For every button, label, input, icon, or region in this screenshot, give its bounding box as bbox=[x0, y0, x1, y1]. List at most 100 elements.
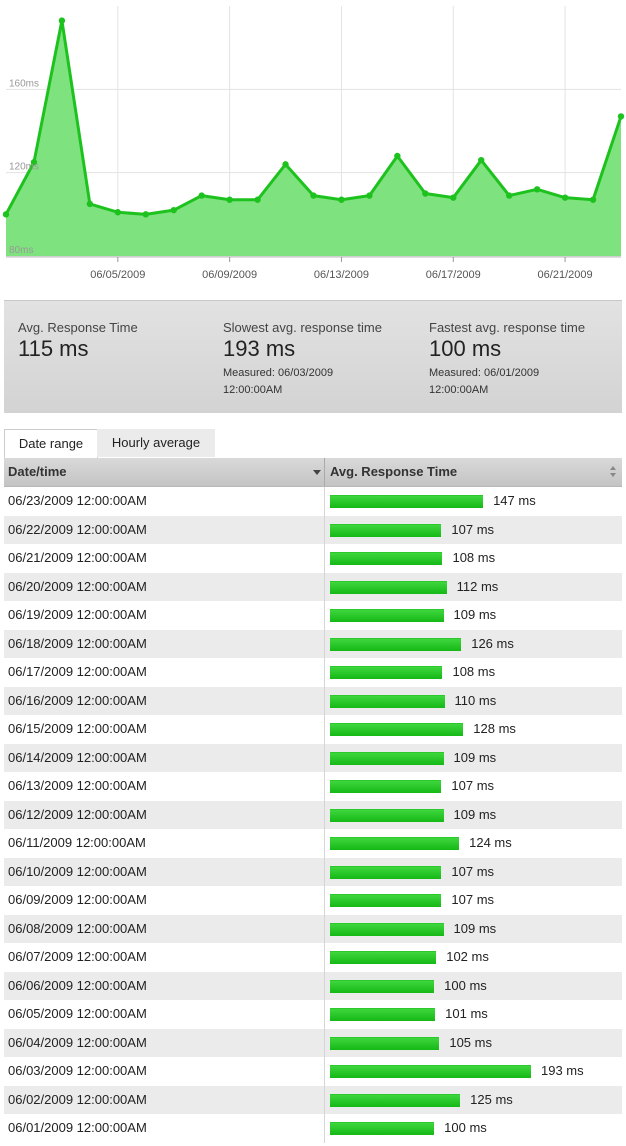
response-time-table: Date/time Avg. Response Time 06/23/2009 … bbox=[4, 458, 622, 1143]
cell-divider bbox=[324, 772, 325, 801]
table-row: 06/03/2009 12:00:00AM 193 ms bbox=[4, 1057, 622, 1086]
tab-hourly-average[interactable]: Hourly average bbox=[97, 429, 215, 457]
summary-panel: Avg. Response Time 115 ms Slowest avg. r… bbox=[4, 300, 622, 413]
data-point bbox=[338, 196, 345, 203]
avg-response-label: Avg. Response Time bbox=[18, 320, 138, 335]
cell-divider bbox=[324, 572, 325, 601]
cell-divider bbox=[324, 971, 325, 1000]
x-tick-label: 06/09/2009 bbox=[202, 269, 257, 281]
data-point bbox=[114, 209, 122, 216]
slowest-response-stat: Slowest avg. response time 193 ms Measur… bbox=[223, 320, 382, 399]
cell-divider bbox=[324, 715, 325, 744]
cell-divider bbox=[324, 1114, 325, 1143]
cell-divider bbox=[324, 544, 325, 573]
row-datetime: 06/08/2009 12:00:00AM bbox=[8, 920, 147, 936]
response-time-bar bbox=[330, 837, 460, 850]
response-time-value: 112 ms bbox=[456, 578, 499, 594]
response-time-value: 128 ms bbox=[473, 721, 516, 736]
response-time-bar bbox=[330, 780, 442, 793]
row-datetime: 06/12/2009 12:00:00AM bbox=[8, 806, 147, 822]
response-time-bar bbox=[330, 979, 435, 993]
cell-divider bbox=[324, 629, 325, 658]
tab-date-range[interactable]: Date range bbox=[4, 429, 98, 458]
row-datetime: 06/03/2009 12:00:00AM bbox=[8, 1063, 147, 1078]
response-time-value: 147 ms bbox=[493, 493, 536, 508]
data-point bbox=[533, 186, 541, 193]
table-row: 06/15/2009 12:00:00AM 128 ms bbox=[4, 715, 622, 744]
avg-response-value: 115 ms bbox=[18, 336, 89, 361]
response-time-value: 124 ms bbox=[469, 835, 512, 850]
data-point bbox=[254, 196, 261, 203]
cell-divider bbox=[324, 857, 325, 886]
response-time-bar bbox=[330, 495, 484, 508]
x-tick-label: 06/13/2009 bbox=[314, 269, 369, 281]
table-row: 06/11/2009 12:00:00AM 124 ms bbox=[4, 829, 622, 858]
response-time-value: 126 ms bbox=[471, 635, 514, 651]
data-point bbox=[366, 192, 373, 199]
table-row: 06/19/2009 12:00:00AM 109 ms bbox=[4, 601, 622, 630]
table-row: 06/08/2009 12:00:00AM 109 ms bbox=[4, 914, 622, 943]
cell-divider bbox=[324, 487, 325, 516]
response-time-value: 125 ms bbox=[470, 1091, 513, 1107]
cell-divider bbox=[324, 800, 325, 829]
table-row: 06/06/2009 12:00:00AM 100 ms bbox=[4, 971, 622, 1000]
data-point bbox=[170, 206, 177, 214]
response-time-value: 109 ms bbox=[453, 749, 497, 765]
fastest-response-stat: Fastest avg. response time 100 ms Measur… bbox=[429, 320, 585, 399]
response-time-bar bbox=[330, 1036, 440, 1050]
table-row: 06/07/2009 12:00:00AM 102 ms bbox=[4, 943, 622, 972]
response-time-bar bbox=[330, 523, 442, 537]
datetime-column-header[interactable]: Date/time bbox=[8, 458, 323, 486]
response-time-bar bbox=[330, 666, 443, 679]
table-body: 06/23/2009 12:00:00AM 147 ms 06/22/2009 12… bbox=[4, 487, 622, 1143]
data-point bbox=[198, 192, 205, 199]
table-row: 06/01/2009 12:00:00AM 100 ms bbox=[4, 1114, 622, 1143]
sort-descending-icon[interactable] bbox=[313, 470, 321, 475]
data-point bbox=[2, 211, 10, 218]
row-datetime: 06/05/2009 12:00:00AM bbox=[8, 1006, 147, 1021]
table-row: 06/10/2009 12:00:00AM 107 ms bbox=[4, 857, 622, 886]
slowest-response-value: 193 ms bbox=[223, 336, 296, 361]
fastest-response-label: Fastest avg. response time bbox=[429, 320, 586, 335]
response-time-bar bbox=[330, 694, 445, 708]
response-time-bar bbox=[330, 865, 442, 879]
row-datetime: 06/09/2009 12:00:00AM bbox=[8, 892, 147, 907]
response-time-value: 110 ms bbox=[454, 692, 497, 708]
response-time-value: 102 ms bbox=[446, 949, 489, 964]
cell-divider bbox=[324, 1000, 325, 1029]
data-point bbox=[282, 161, 289, 168]
row-datetime: 06/07/2009 12:00:00AM bbox=[8, 949, 147, 964]
response-time-bar bbox=[330, 723, 464, 736]
cell-divider bbox=[324, 515, 325, 544]
cell-divider bbox=[324, 658, 325, 687]
response-time-value: 107 ms bbox=[451, 521, 495, 537]
avg-response-header-label: Avg. Response Time bbox=[330, 464, 458, 479]
cell-divider bbox=[324, 1057, 325, 1086]
response-time-bar bbox=[330, 751, 444, 765]
data-point bbox=[394, 152, 401, 160]
row-datetime: 06/02/2009 12:00:00AM bbox=[8, 1091, 147, 1107]
y-tick-label: 120ms bbox=[9, 162, 39, 173]
table-row: 06/16/2009 12:00:00AM 110 ms bbox=[4, 686, 622, 715]
table-row: 06/17/2009 12:00:00AM 108 ms bbox=[4, 658, 622, 687]
slowest-measured-date: Measured: 06/03/2009 bbox=[223, 367, 334, 379]
response-time-value: 108 ms bbox=[452, 550, 496, 565]
datetime-header-label: Date/time bbox=[8, 464, 67, 479]
avg-response-column-header[interactable]: Avg. Response Time bbox=[330, 458, 618, 486]
row-datetime: 06/19/2009 12:00:00AM bbox=[8, 607, 147, 622]
fastest-response-value: 100 ms bbox=[429, 336, 502, 361]
response-time-bar bbox=[330, 1008, 436, 1021]
cell-divider bbox=[324, 886, 325, 915]
row-datetime: 06/06/2009 12:00:00AM bbox=[8, 977, 147, 993]
cell-divider bbox=[324, 743, 325, 772]
x-tick-label: 06/05/2009 bbox=[90, 269, 145, 281]
cell-divider bbox=[324, 601, 325, 630]
row-datetime: 06/18/2009 12:00:00AM bbox=[8, 635, 147, 651]
response-time-value: 101 ms bbox=[445, 1006, 488, 1021]
data-point bbox=[310, 192, 317, 199]
response-time-bar bbox=[330, 894, 442, 907]
fastest-measured-time: 12:00:00AM bbox=[429, 384, 489, 396]
sort-toggle-icon[interactable] bbox=[610, 466, 618, 478]
data-point bbox=[58, 17, 66, 24]
table-row: 06/23/2009 12:00:00AM 147 ms bbox=[4, 487, 622, 516]
